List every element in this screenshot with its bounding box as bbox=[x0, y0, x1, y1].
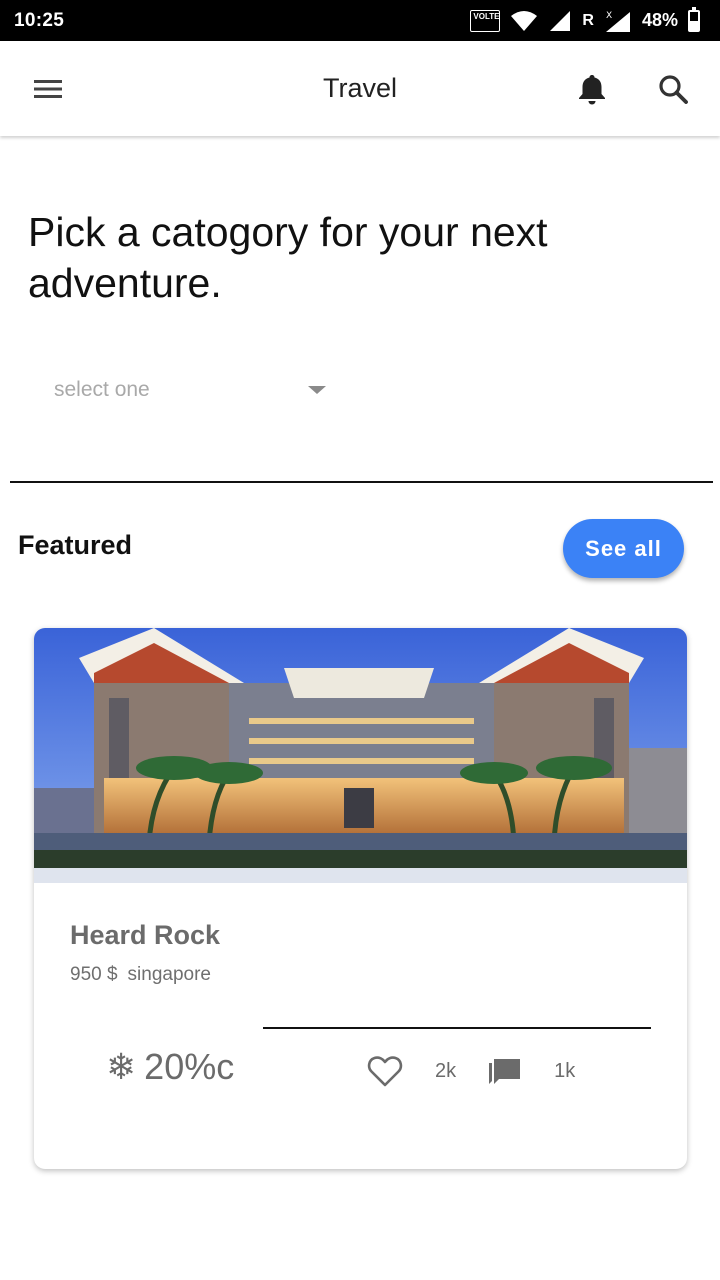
roaming-indicator: R bbox=[582, 11, 594, 29]
featured-label: Featured bbox=[18, 530, 133, 560]
comment-icon bbox=[489, 1059, 521, 1084]
weather-info: ❄ 20%c bbox=[106, 1046, 234, 1088]
temperature: 20%c bbox=[144, 1046, 235, 1087]
comments-button[interactable] bbox=[486, 1054, 522, 1088]
likes-count: 2k bbox=[435, 1059, 457, 1082]
status-bar: 10:25 VOLTE R X 48% bbox=[0, 0, 720, 41]
category-dropdown[interactable]: select one bbox=[40, 364, 340, 416]
volte-icon: VOLTE bbox=[470, 9, 501, 32]
dropdown-arrow-icon bbox=[308, 386, 326, 394]
card-stats: 2k 1k bbox=[367, 1054, 575, 1088]
notifications-button[interactable] bbox=[564, 61, 620, 117]
heart-icon bbox=[367, 1056, 403, 1087]
dropdown-placeholder: select one bbox=[54, 378, 150, 401]
battery-percent: 48% bbox=[641, 10, 678, 30]
signal-roaming-icon: X bbox=[605, 11, 630, 32]
search-icon bbox=[659, 75, 688, 104]
section-divider bbox=[10, 481, 713, 483]
page-heading: Pick a catogory for your next adventure. bbox=[28, 209, 548, 306]
see-all-button[interactable]: See all bbox=[563, 519, 684, 578]
card-location: singapore bbox=[127, 964, 211, 985]
battery-icon bbox=[688, 6, 700, 32]
card-divider bbox=[263, 1027, 651, 1029]
like-button[interactable] bbox=[367, 1054, 403, 1088]
status-time: 10:25 bbox=[14, 9, 65, 31]
hotel-image bbox=[34, 628, 687, 883]
app-bar: Travel bbox=[0, 41, 720, 136]
hotel-photo-illustration bbox=[34, 628, 687, 883]
signal-icon bbox=[550, 10, 571, 31]
comments-count: 1k bbox=[554, 1059, 576, 1082]
snowflake-icon: ❄ bbox=[106, 1046, 137, 1087]
screen: 10:25 VOLTE R X 48% Travel Pick a catogo… bbox=[0, 0, 720, 1280]
search-button[interactable] bbox=[645, 61, 701, 117]
battery-fill bbox=[690, 20, 698, 30]
bell-icon bbox=[579, 75, 605, 105]
featured-card[interactable]: Heard Rock 950 $ singapore ❄ 20%c 2k 1k bbox=[34, 628, 687, 1169]
status-icons: VOLTE R X 48% bbox=[470, 6, 700, 33]
svg-text:X: X bbox=[606, 11, 612, 21]
volte-label: VOLTE bbox=[473, 11, 500, 21]
card-subtitle: 950 $ singapore bbox=[70, 964, 211, 986]
card-price: 950 $ bbox=[70, 964, 118, 985]
menu-button[interactable] bbox=[20, 61, 76, 117]
menu-icon bbox=[34, 80, 62, 98]
wifi-icon bbox=[511, 10, 538, 31]
card-title: Heard Rock bbox=[70, 920, 221, 950]
